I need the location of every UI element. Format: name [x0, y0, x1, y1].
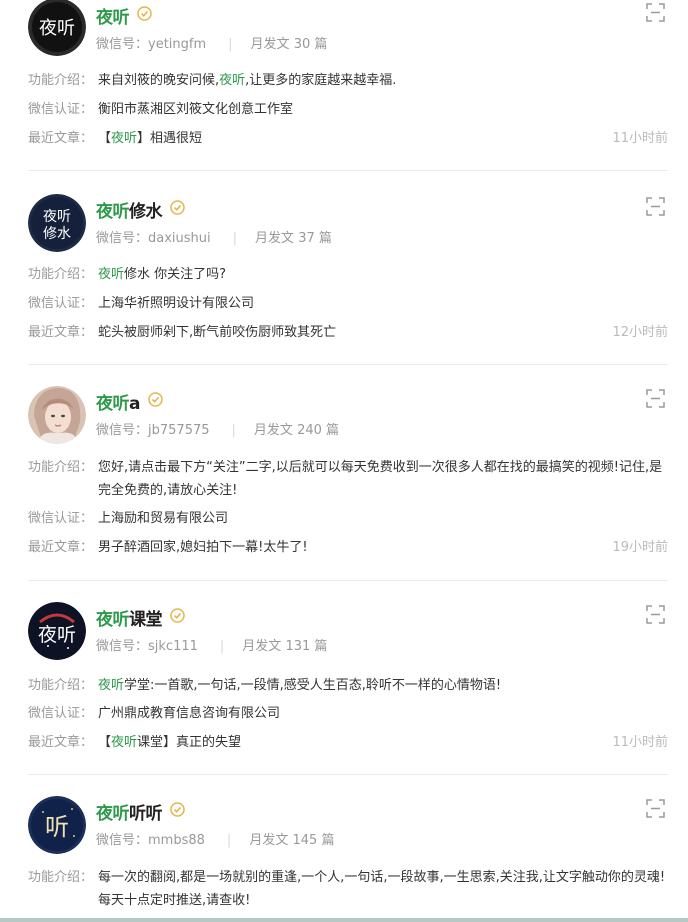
account-meta: 微信号：sjkc111 | 月发文 131 篇: [96, 639, 328, 654]
verified-icon: [170, 200, 185, 220]
account-name[interactable]: 夜听课堂: [96, 605, 185, 630]
wechat-id: jb757575: [148, 423, 210, 438]
svg-text:夜听: 夜听: [43, 209, 71, 225]
account-meta: 微信号：daxiushui | 月发文 37 篇: [96, 231, 332, 246]
monthly-count: 37: [298, 231, 315, 246]
account-avatar[interactable]: 夜听: [28, 602, 86, 660]
wechat-id: daxiushui: [148, 231, 211, 246]
wechat-id: sjkc111: [148, 639, 198, 654]
qrcode-icon[interactable]: [646, 197, 665, 220]
svg-text:听: 听: [45, 813, 69, 841]
svg-text:夜听: 夜听: [38, 624, 76, 646]
bottom-bar: [0, 918, 688, 922]
account-avatar[interactable]: [28, 386, 86, 444]
account-avatar[interactable]: 听: [28, 796, 86, 854]
account-meta: 微信号：jb757575 | 月发文 240 篇: [96, 423, 340, 438]
account-meta: 微信号：mmbs88 | 月发文 145 篇: [96, 833, 335, 848]
account-name[interactable]: 夜听: [96, 3, 152, 28]
divider: [28, 774, 668, 775]
intro-row: 功能介绍： 您好,请点击最下方“关注”二字,以后就可以每天免费收到一次很多人都在找…: [28, 460, 663, 498]
monthly-count: 240: [297, 423, 322, 438]
qrcode-icon[interactable]: [646, 799, 665, 822]
verified-icon: [137, 6, 152, 26]
qrcode-icon[interactable]: [646, 389, 665, 412]
qrcode-icon[interactable]: [646, 605, 665, 628]
article-time: 19小时前: [612, 540, 668, 555]
intro-row: 功能介绍： 每一次的翻阅,都是一场就别的重逢,一个人,一句话,一段故事,一生思索,…: [28, 870, 666, 908]
monthly-count: 131: [285, 639, 311, 654]
account-avatar[interactable]: 夜听 修水: [28, 194, 86, 252]
svg-text:夜听: 夜听: [39, 18, 75, 39]
divider: [28, 364, 668, 365]
divider: [28, 580, 668, 581]
article-time: 11小时前: [612, 735, 668, 750]
account-name[interactable]: 夜听修水: [96, 197, 185, 222]
verified-icon: [170, 608, 185, 628]
account-name[interactable]: 夜听a: [96, 389, 163, 414]
wechat-id: yetingfm: [148, 37, 207, 52]
article-time: 12小时前: [612, 325, 668, 340]
article-time: 11小时前: [612, 131, 668, 146]
qrcode-icon[interactable]: [646, 3, 665, 26]
verified-icon: [170, 802, 185, 822]
account-name[interactable]: 夜听听听: [96, 799, 185, 824]
monthly-count: 145: [292, 833, 318, 848]
wechat-id: mmbs88: [148, 833, 205, 848]
svg-text:修水: 修水: [43, 226, 71, 242]
verified-icon: [148, 392, 163, 412]
account-avatar[interactable]: 夜听: [28, 0, 86, 56]
account-meta: 微信号：yetingfm | 月发文 30 篇: [96, 37, 328, 52]
monthly-count: 30: [293, 37, 311, 52]
divider: [28, 170, 668, 171]
